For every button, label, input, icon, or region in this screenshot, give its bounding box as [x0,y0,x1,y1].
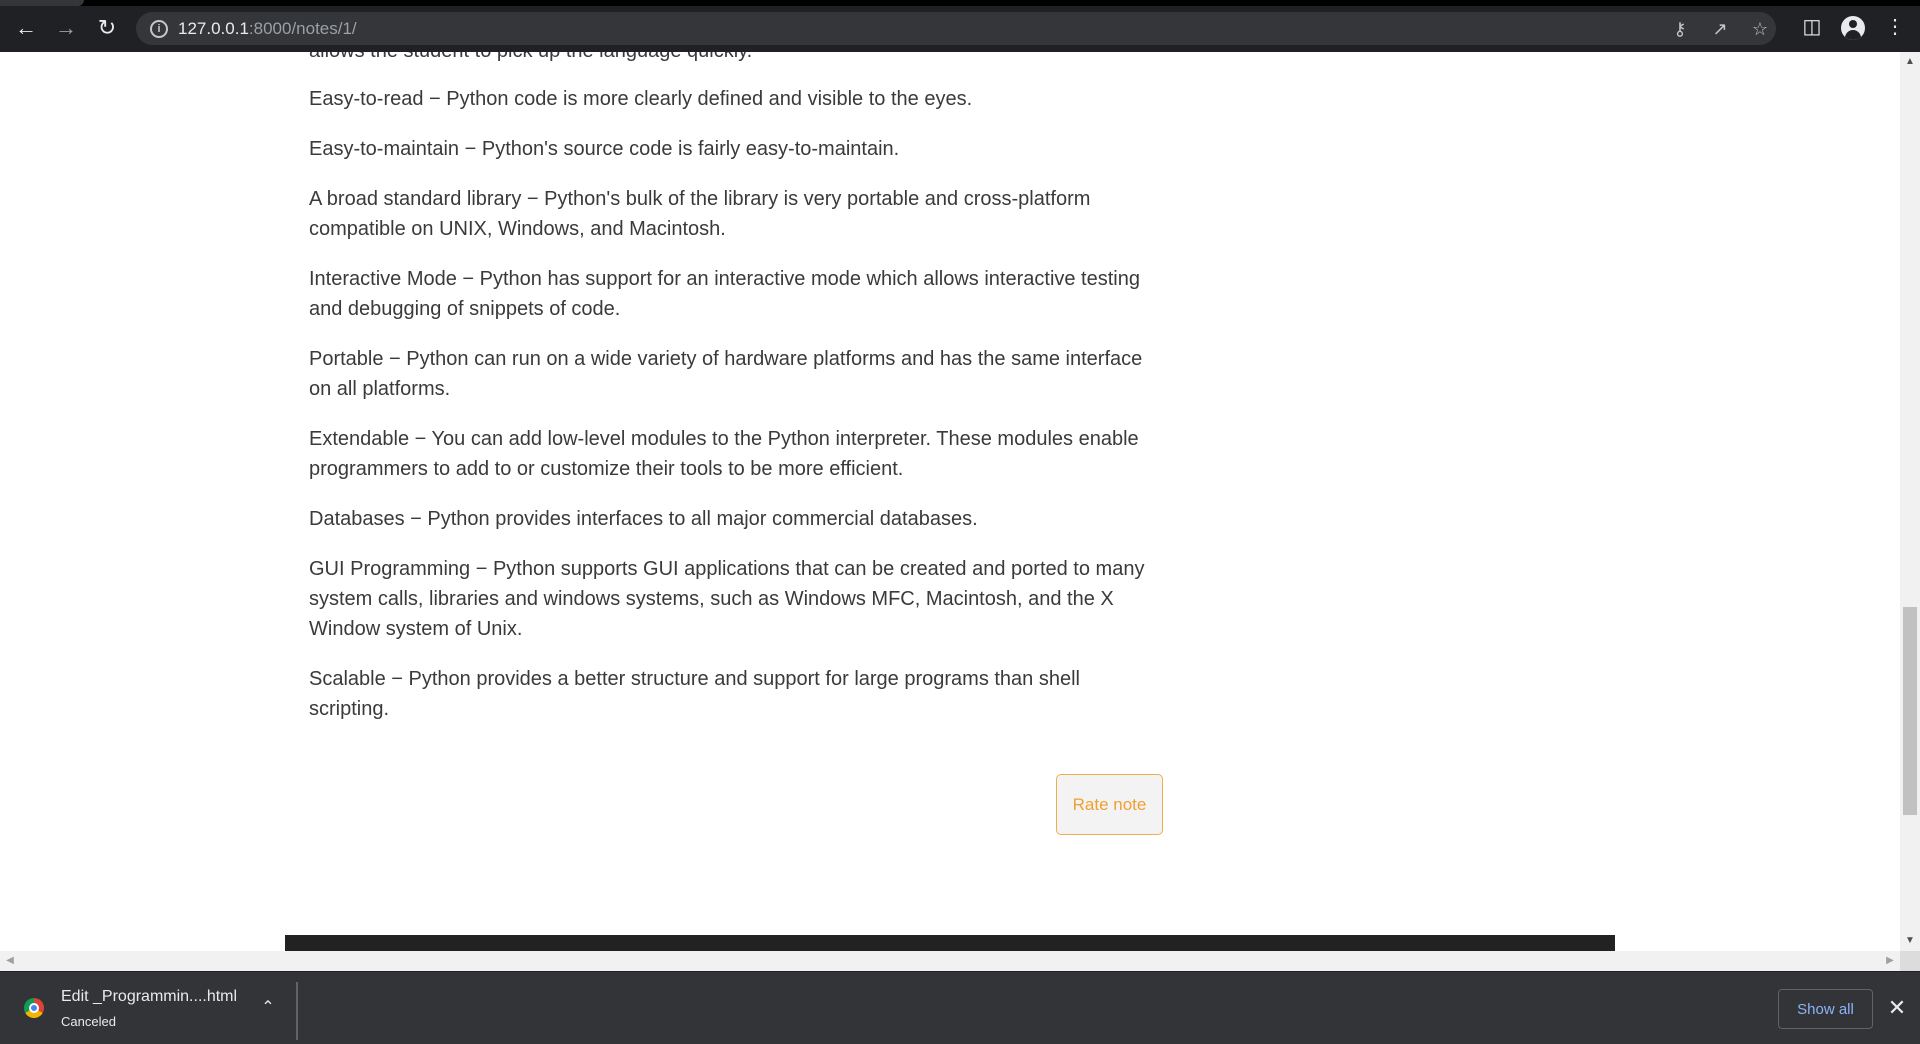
paragraph-standard-library: A broad standard library − Python's bulk… [309,188,1091,240]
chevron-up-icon[interactable]: ⌃ [258,998,278,1018]
download-shelf: Edit _Programmin....html Canceled ⌃ Show… [0,971,1920,1044]
download-item[interactable]: Edit _Programmin....html Canceled ⌃ [0,972,296,1044]
paragraph-databases: Databases − Python provides interfaces t… [309,508,978,530]
paragraph-scalable: Scalable − Python provides a better stru… [309,668,1080,720]
download-filename: Edit _Programmin....html [61,988,238,1005]
active-tab[interactable] [0,0,84,6]
scroll-right-icon[interactable]: ▶ [1880,951,1900,971]
reload-icon[interactable]: ↻ [95,16,119,40]
scroll-up-icon[interactable]: ▲ [1900,52,1920,72]
footer-bar [285,935,1615,951]
paragraph-gui-programming: GUI Programming − Python supports GUI ap… [309,558,1145,640]
download-status: Canceled [61,1014,116,1029]
rate-note-button[interactable]: Rate note [1056,774,1163,835]
paragraph-extendable: Extendable − You can add low-level modul… [309,428,1139,480]
note-body: Easy-to-read − Python code is more clear… [309,84,1149,744]
download-separator [296,982,298,1040]
url-text[interactable]: 127.0.0.1:8000/notes/1/ [178,19,357,39]
show-all-button[interactable]: Show all [1778,989,1873,1029]
tab-strip [0,0,1920,6]
key-icon[interactable]: ⚷ [1670,19,1690,39]
scrollbar-corner [1900,951,1920,971]
address-bar[interactable]: i 127.0.0.1:8000/notes/1/ ⚷ ↗ ☆ [136,12,1776,45]
horizontal-scrollbar[interactable]: ◀ ▶ [0,951,1900,971]
arrow-left-icon[interactable]: ← [14,16,38,40]
scroll-down-icon[interactable]: ▼ [1900,931,1920,951]
info-icon[interactable]: i [150,20,168,38]
close-icon[interactable]: ✕ [1885,996,1909,1020]
share-icon[interactable]: ↗ [1710,19,1730,39]
clipped-paragraph: allows the student to pick up the langua… [309,52,1149,66]
paragraph-easy-to-maintain: Easy-to-maintain − Python's source code … [309,138,900,160]
vertical-scrollbar[interactable]: ▲ ▼ [1900,52,1920,951]
star-icon[interactable]: ☆ [1750,19,1770,39]
side-panel-icon[interactable]: ◫ [1800,15,1824,39]
vertical-scroll-thumb[interactable] [1903,607,1917,815]
paragraph-interactive-mode: Interactive Mode − Python has support fo… [309,268,1140,320]
profile-icon[interactable] [1841,16,1865,40]
arrow-right-icon[interactable]: → [54,16,78,40]
chrome-file-icon [24,998,44,1018]
kebab-menu-icon[interactable]: ⋮ [1883,15,1907,39]
scroll-left-icon[interactable]: ◀ [0,951,20,971]
browser-toolbar: ← → ↻ i 127.0.0.1:8000/notes/1/ ⚷ ↗ ☆ ◫ … [0,0,1920,52]
paragraph-easy-to-read: Easy-to-read − Python code is more clear… [309,88,973,110]
paragraph-portable: Portable − Python can run on a wide vari… [309,348,1143,400]
page-content: allows the student to pick up the langua… [0,52,1900,951]
